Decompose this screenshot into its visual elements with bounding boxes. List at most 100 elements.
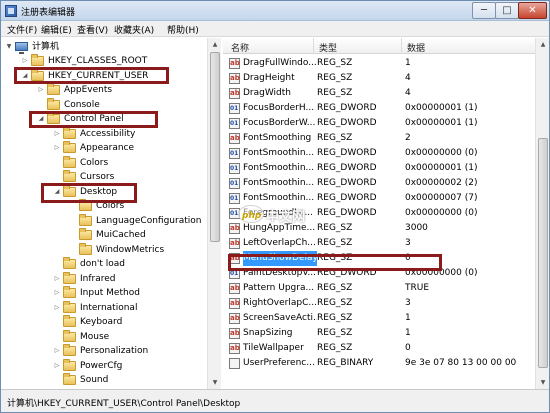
- expand-arrow-icon[interactable]: ▷: [53, 344, 61, 358]
- expand-arrow-icon[interactable]: ▷: [21, 54, 29, 68]
- tree-item-label: Console: [64, 100, 100, 110]
- tree-item[interactable]: ▷ PowerCfg: [1, 359, 207, 373]
- value-name: FocusBorderH...: [243, 103, 315, 113]
- string-value-icon: [229, 86, 240, 101]
- column-data-header[interactable]: 数据: [407, 41, 425, 54]
- tree-item[interactable]: don't load: [1, 257, 207, 271]
- folder-icon: [47, 98, 60, 110]
- tree-item[interactable]: MuiCached: [1, 228, 207, 242]
- value-row[interactable]: FontSmoothin...REG_DWORD 0x00000001 (1): [223, 161, 535, 176]
- value-row[interactable]: DragFullWindo...REG_SZ 1: [223, 56, 535, 71]
- tree-item[interactable]: ▼ 计算机: [1, 40, 207, 54]
- value-type: REG_DWORD: [317, 163, 377, 173]
- value-type: REG_BINARY: [317, 358, 374, 368]
- tree-item[interactable]: ▷ Accessibility: [1, 127, 207, 141]
- folder-icon: [47, 83, 60, 95]
- value-row[interactable]: Pattern Upgra...REG_SZ TRUE: [223, 281, 535, 296]
- expand-arrow-icon[interactable]: ▷: [53, 286, 61, 300]
- string-value-icon: [229, 311, 240, 326]
- expand-arrow-icon[interactable]: ▷: [53, 359, 61, 373]
- menu-favorites[interactable]: 收藏夹(A): [114, 23, 154, 36]
- value-row[interactable]: RightOverlapC...REG_SZ 3: [223, 296, 535, 311]
- expand-arrow-icon[interactable]: [53, 170, 61, 184]
- tree-item-label: don't load: [80, 259, 126, 269]
- minimize-button[interactable]: ─: [472, 2, 496, 19]
- value-row[interactable]: TileWallpaper REG_SZ 0: [223, 341, 535, 356]
- tree-item-label: Personalization: [80, 346, 149, 356]
- scroll-down-icon[interactable]: ▼: [536, 376, 550, 389]
- php-logo: php: [238, 205, 264, 223]
- tree-item[interactable]: ▷ Input Method: [1, 286, 207, 300]
- column-separator[interactable]: [313, 38, 314, 54]
- menu-file[interactable]: 文件(F): [7, 23, 37, 36]
- tree-scrollbar[interactable]: ▲ ▼: [207, 38, 221, 389]
- column-name-header[interactable]: 名称: [231, 41, 249, 54]
- expand-arrow-icon[interactable]: ▷: [53, 301, 61, 315]
- folder-icon: [63, 141, 76, 153]
- expand-arrow-icon[interactable]: [69, 228, 77, 242]
- expand-arrow-icon[interactable]: [53, 156, 61, 170]
- tree-item[interactable]: LanguageConfiguration: [1, 214, 207, 228]
- tree-item[interactable]: Mouse: [1, 330, 207, 344]
- scroll-up-icon[interactable]: ▲: [536, 38, 550, 51]
- tree-item[interactable]: ▷ AppEvents: [1, 83, 207, 97]
- tree-item-label: AppEvents: [64, 85, 113, 95]
- tree-item[interactable]: ▷ Infrared: [1, 272, 207, 286]
- tree-item[interactable]: Keyboard: [1, 315, 207, 329]
- value-row[interactable]: LeftOverlapCh...REG_SZ 3: [223, 236, 535, 251]
- column-separator[interactable]: [401, 38, 402, 54]
- string-value-icon: [229, 341, 240, 356]
- expand-arrow-icon[interactable]: ▷: [37, 83, 45, 97]
- values-scroll-thumb[interactable]: [538, 138, 548, 368]
- tree-item[interactable]: Sound: [1, 373, 207, 387]
- value-type: REG_SZ: [317, 298, 353, 308]
- tree-item[interactable]: ▷ HKEY_CLASSES_ROOT: [1, 54, 207, 68]
- value-row[interactable]: FontSmoothin...REG_DWORD 0x00000002 (2): [223, 176, 535, 191]
- tree-item[interactable]: WindowMetrics: [1, 243, 207, 257]
- watermark-text: 中文网: [266, 210, 306, 225]
- folder-icon: [63, 170, 76, 182]
- value-row[interactable]: UserPreferenc... REG_BINARY 9e 3e 07 80 13…: [223, 356, 535, 371]
- menu-edit[interactable]: 编辑(E): [41, 23, 72, 36]
- tree-item[interactable]: ▷ Personalization: [1, 344, 207, 358]
- expand-arrow-icon[interactable]: [53, 315, 61, 329]
- value-row[interactable]: FocusBorderH...REG_DWORD 0x00000001 (1): [223, 101, 535, 116]
- expand-arrow-icon[interactable]: ▼: [5, 40, 13, 54]
- value-row[interactable]: FontSmoothin...REG_DWORD 0x00000000 (0): [223, 146, 535, 161]
- value-row[interactable]: DragHeight REG_SZ 4: [223, 71, 535, 86]
- expand-arrow-icon[interactable]: [69, 214, 77, 228]
- folder-icon: [79, 243, 92, 255]
- scroll-up-icon[interactable]: ▲: [208, 38, 222, 51]
- tree-item[interactable]: Console: [1, 98, 207, 112]
- column-type-header[interactable]: 类型: [319, 41, 337, 54]
- status-path: 计算机\HKEY_CURRENT_USER\Control Panel\Desk…: [7, 399, 241, 409]
- expand-arrow-icon[interactable]: [37, 98, 45, 112]
- value-row[interactable]: DragWidth REG_SZ 4: [223, 86, 535, 101]
- tree-item[interactable]: ▷ International: [1, 301, 207, 315]
- tree-item[interactable]: ▷ Appearance: [1, 141, 207, 155]
- maximize-button[interactable]: □: [495, 2, 519, 19]
- computer-icon: [15, 42, 28, 54]
- expand-arrow-icon[interactable]: [69, 243, 77, 257]
- menu-view[interactable]: 查看(V): [77, 23, 108, 36]
- menu-help[interactable]: 帮助(H): [167, 23, 199, 36]
- expand-arrow-icon[interactable]: [53, 373, 61, 387]
- expand-arrow-icon[interactable]: ▷: [53, 272, 61, 286]
- tree-item[interactable]: Colors: [1, 156, 207, 170]
- expand-arrow-icon[interactable]: ▷: [53, 127, 61, 141]
- expand-arrow-icon[interactable]: ▷: [53, 141, 61, 155]
- close-button[interactable]: ✕: [518, 2, 547, 19]
- folder-icon: [63, 359, 76, 371]
- tree-scroll-thumb[interactable]: [210, 52, 220, 242]
- expand-arrow-icon[interactable]: [53, 257, 61, 271]
- binary-value-icon: [229, 358, 240, 369]
- value-row[interactable]: SnapSizing REG_SZ 1: [223, 326, 535, 341]
- value-name: ScreenSaveActi...: [243, 313, 317, 323]
- values-scrollbar[interactable]: ▲ ▼: [535, 38, 549, 389]
- value-row[interactable]: FocusBorderW...REG_DWORD 0x00000001 (1): [223, 116, 535, 131]
- expand-arrow-icon[interactable]: [53, 330, 61, 344]
- scroll-down-icon[interactable]: ▼: [208, 376, 222, 389]
- value-row[interactable]: ScreenSaveActi...REG_SZ 1: [223, 311, 535, 326]
- value-row[interactable]: FontSmoothing REG_SZ 2: [223, 131, 535, 146]
- tree-item[interactable]: Cursors: [1, 170, 207, 184]
